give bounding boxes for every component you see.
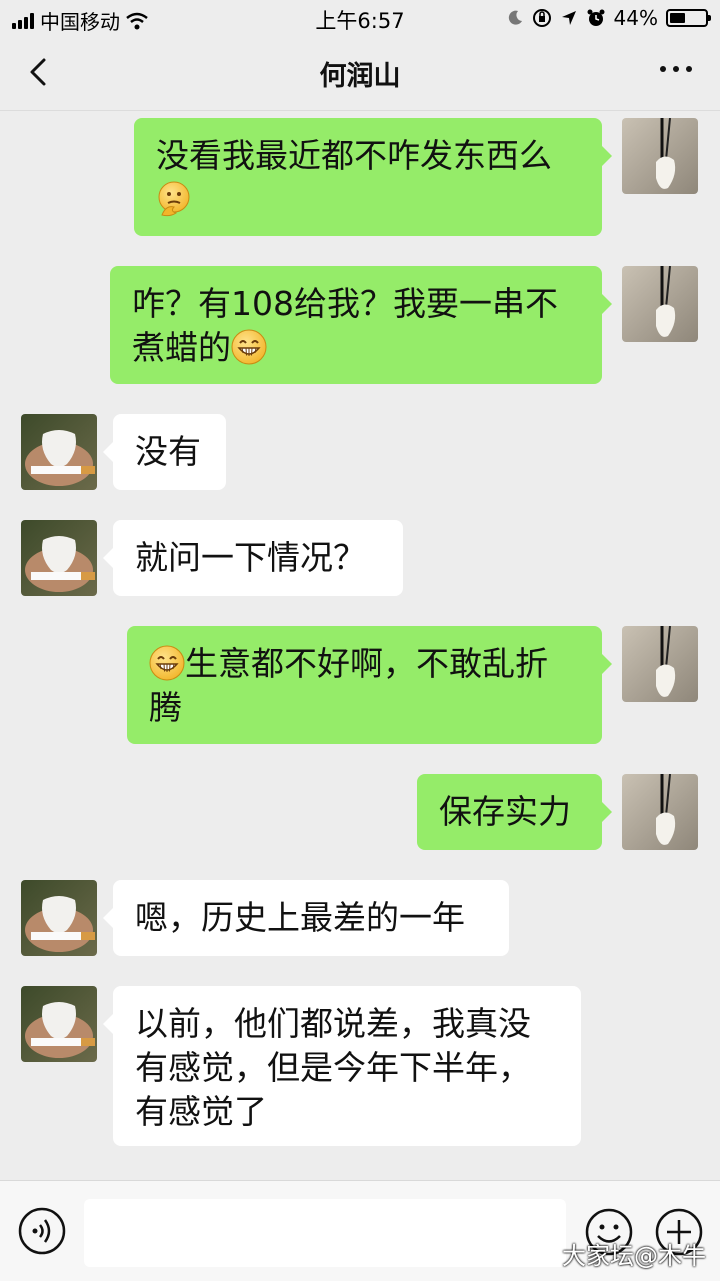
message-bubble[interactable]: 以前，他们都说差，我真没 有感觉，但是今年下半年， 有感觉了 (103, 986, 581, 1146)
message-bubble[interactable]: 没看我最近都不咋发东西么 (134, 118, 612, 236)
message-bubble[interactable]: 没有 (103, 414, 226, 490)
message-text: 腾 (149, 688, 182, 727)
grinning-face-emoji (149, 645, 185, 681)
message-bubble[interactable]: 咋？有108给我？我要一串不 煮蜡的 (110, 266, 612, 384)
message-text: 有感觉，但是今年下半年， (135, 1048, 531, 1087)
message-text: 有感觉了 (135, 1092, 267, 1131)
message-text: 以前，他们都说差，我真没 (135, 1004, 531, 1043)
alarm-icon (587, 9, 605, 26)
message-text: 生意都不好啊，不敢乱折 (185, 644, 548, 683)
message-bubble[interactable]: 保存实力 (417, 774, 612, 850)
message-text: 咋？有108给我？我要一串不 (132, 284, 558, 323)
message-text: 就问一下情况？ (135, 538, 366, 577)
grinning-face-emoji (231, 329, 267, 365)
location-icon (561, 11, 576, 25)
message-bubble[interactable]: 就问一下情况？ (103, 520, 403, 596)
contact-avatar[interactable] (21, 880, 97, 956)
chat-header: 何润山 (0, 36, 720, 111)
chat-title: 何润山 (319, 61, 401, 92)
my-avatar[interactable] (622, 118, 698, 194)
voice-icon[interactable] (18, 1207, 66, 1255)
thinking-face-emoji (156, 181, 192, 217)
my-avatar[interactable] (622, 774, 698, 850)
message-bubble[interactable]: 生意都不好啊，不敢乱折 腾 (127, 626, 612, 744)
message-text: 没有 (135, 432, 201, 471)
contact-avatar[interactable] (21, 520, 97, 596)
more-dots-icon[interactable] (660, 66, 692, 72)
message-text: 嗯，历史上最差的一年 (135, 898, 465, 937)
my-avatar[interactable] (622, 626, 698, 702)
message-text: 保存实力 (439, 792, 571, 831)
battery-percent: 44% (613, 6, 658, 30)
message-text: 煮蜡的 (132, 328, 231, 367)
my-avatar[interactable] (622, 266, 698, 342)
message-input[interactable] (84, 1199, 566, 1267)
message-text: 没看我最近都不咋发东西么 (156, 136, 552, 175)
battery-icon (666, 9, 711, 27)
contact-avatar[interactable] (21, 414, 97, 490)
status-bar: 中国移动 上午6:57 44% (0, 0, 720, 36)
moon-icon (508, 10, 522, 25)
message-bubble[interactable]: 嗯，历史上最差的一年 (103, 880, 509, 956)
contact-avatar[interactable] (21, 986, 97, 1062)
watermark: 大家坛@木牛 (562, 1242, 706, 1270)
rotation-lock-icon (532, 9, 551, 27)
